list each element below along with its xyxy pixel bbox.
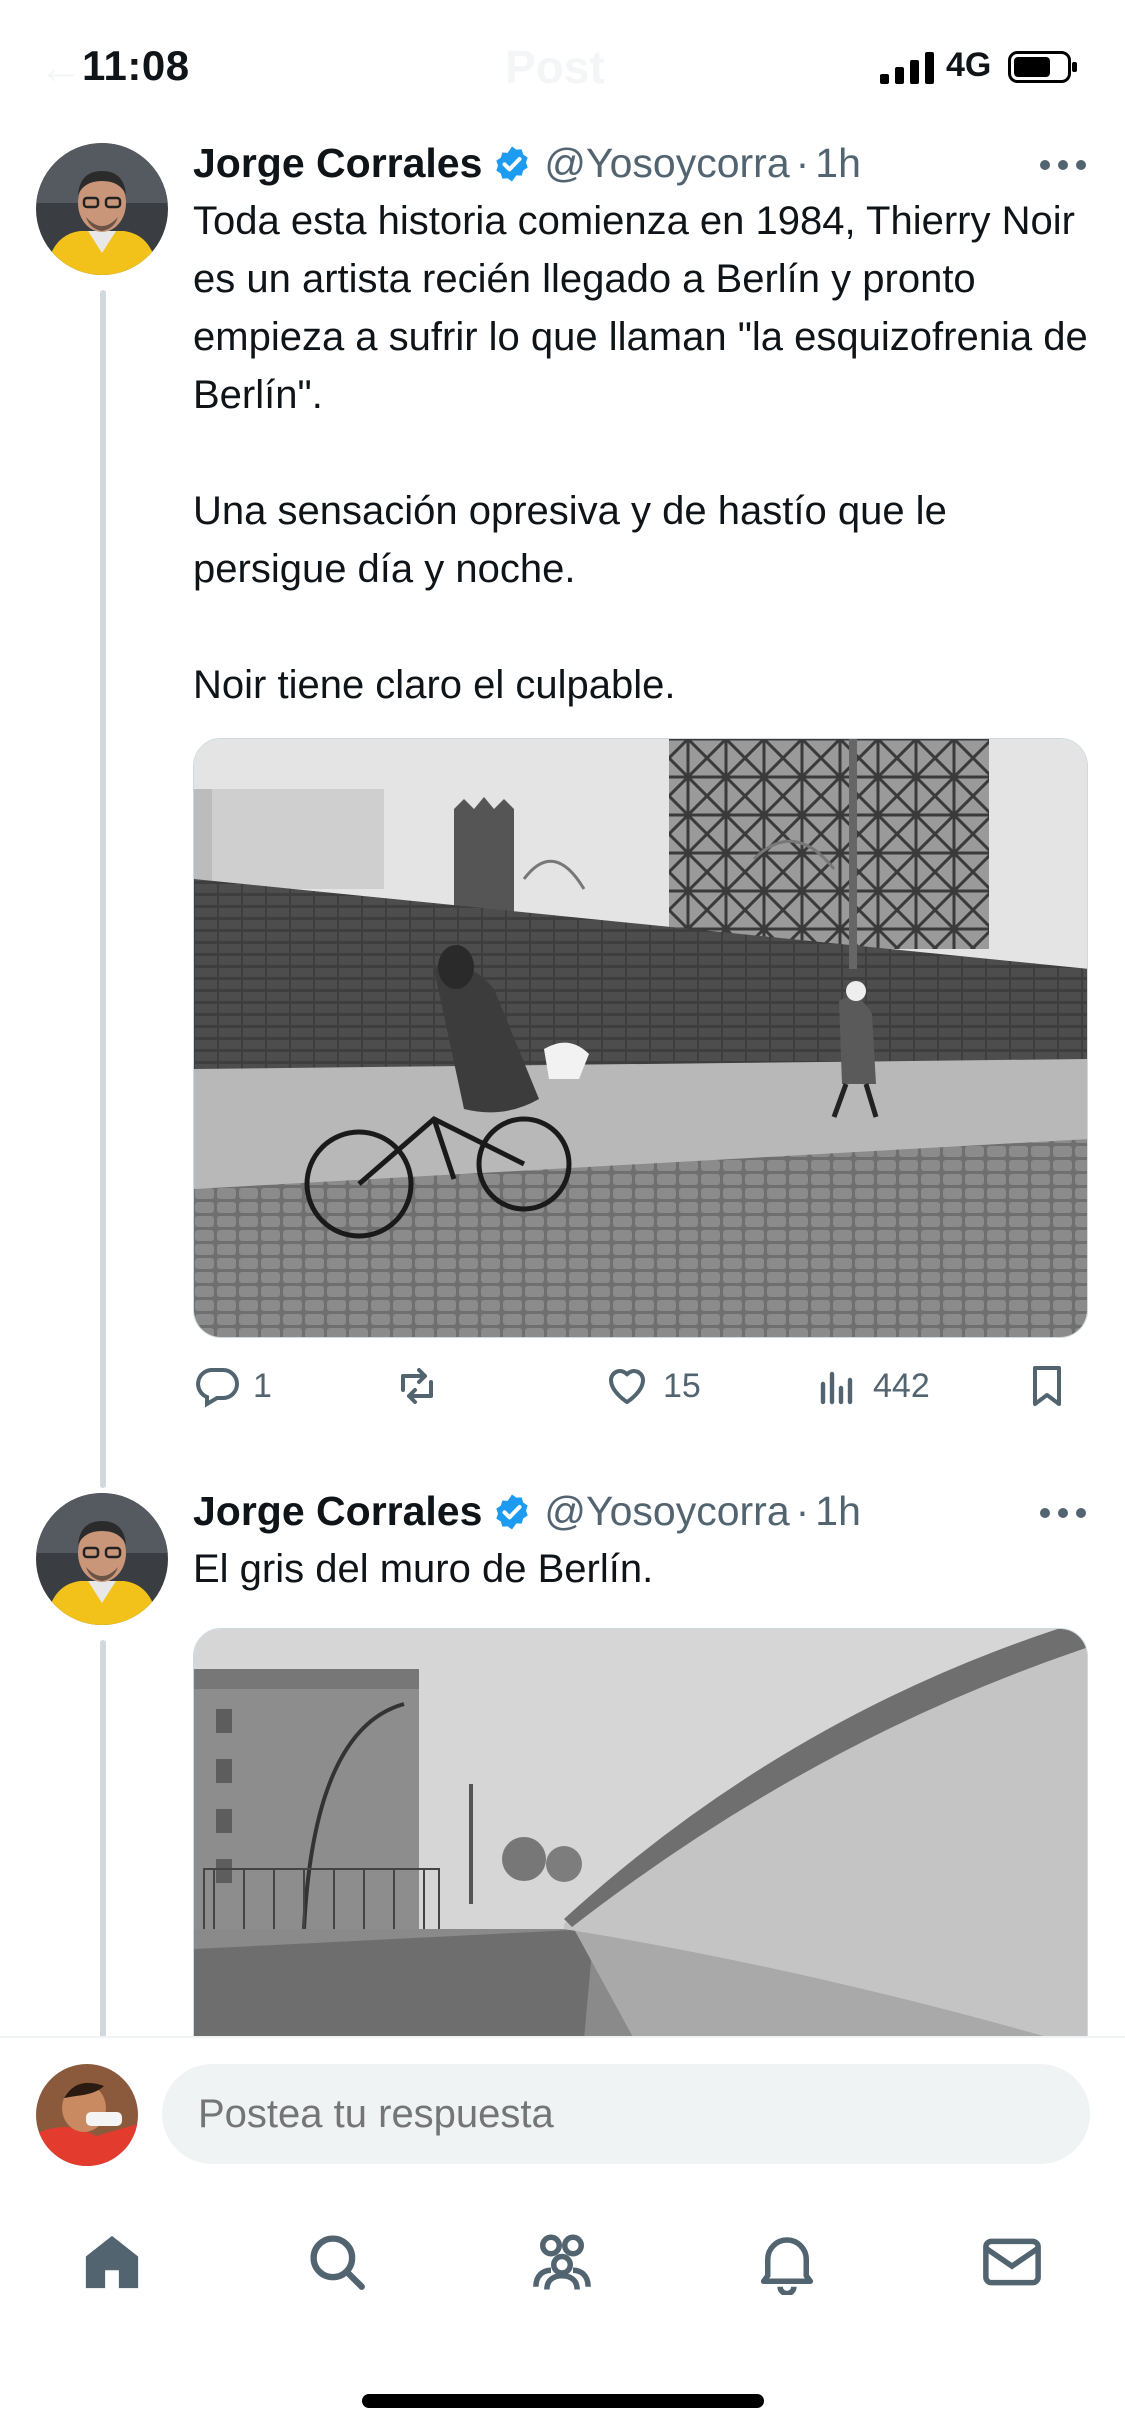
like-button[interactable]: 15 (603, 1362, 701, 1410)
network-type: 4G (946, 46, 992, 84)
communities-icon (533, 2234, 591, 2290)
like-icon (609, 1369, 645, 1404)
tweet-paragraph: Toda esta historia comienza en 1984, Thi… (193, 199, 1088, 417)
reply-composer (0, 2038, 1125, 2180)
tab-communities[interactable] (522, 2222, 602, 2302)
author-name[interactable]: Jorge Corrales (193, 1488, 482, 1535)
tweet[interactable]: Jorge Corrales @Yosoycorra · 1h El gris … (0, 1488, 1125, 2036)
tweet-photo-berlin-wall-gray[interactable] (193, 1628, 1088, 2036)
reply-button[interactable]: 1 (193, 1362, 272, 1410)
bookmark-button[interactable] (1023, 1362, 1071, 1410)
timestamp[interactable]: 1h (815, 1488, 861, 1535)
author-name[interactable]: Jorge Corrales (193, 140, 482, 187)
author-handle[interactable]: @Yosoycorra (544, 1488, 789, 1535)
tweet-actions: 1 15 442 (193, 1362, 1088, 1422)
avatar[interactable] (36, 2064, 138, 2166)
tweet-header: Jorge Corrales @Yosoycorra · 1h (193, 140, 861, 187)
tweet-header: Jorge Corrales @Yosoycorra · 1h (193, 1488, 861, 1535)
tweet-photo-berlin-wall-cyclist[interactable] (193, 738, 1088, 1338)
avatar[interactable] (36, 1493, 168, 1625)
tab-messages[interactable] (972, 2222, 1052, 2302)
notifications-icon (760, 2237, 814, 2295)
verified-badge-icon (496, 1494, 529, 1529)
views-button[interactable]: 442 (813, 1362, 930, 1410)
more-icon[interactable] (1038, 1506, 1088, 1520)
avatar[interactable] (36, 143, 168, 275)
author-handle[interactable]: @Yosoycorra (544, 140, 789, 187)
like-count: 15 (663, 1366, 701, 1405)
timestamp[interactable]: 1h (815, 140, 861, 187)
tweet-paragraph: Una sensación opresiva y de hastío que l… (193, 489, 947, 591)
status-bar: ← Post 11:08 4G (0, 0, 1125, 130)
reply-input[interactable] (162, 2064, 1090, 2164)
separator: · (795, 1488, 810, 1534)
separator: · (795, 140, 810, 186)
more-icon[interactable] (1038, 158, 1088, 172)
tweet-text: Toda esta historia comienza en 1984, Thi… (193, 192, 1093, 714)
reply-count: 1 (253, 1366, 272, 1405)
home-icon (85, 2235, 139, 2289)
header-title: Post (505, 41, 605, 93)
tab-notifications[interactable] (747, 2222, 827, 2302)
tweet-paragraph: Noir tiene claro el culpable. (193, 663, 676, 707)
views-count: 442 (873, 1366, 930, 1405)
status-time: 11:08 (82, 42, 190, 89)
tweet-text: El gris del muro de Berlín. (193, 1540, 1093, 1598)
signal-icon (880, 52, 934, 84)
home-indicator (362, 2394, 764, 2408)
bottom-tab-bar (0, 2180, 1125, 2340)
back-icon[interactable]: ← (38, 40, 84, 94)
battery-icon (1008, 51, 1077, 83)
bookmark-icon (1033, 1366, 1061, 1406)
tweet-paragraph: El gris del muro de Berlín. (193, 1547, 654, 1591)
tab-home[interactable] (72, 2222, 152, 2302)
retweet-button[interactable] (393, 1362, 453, 1410)
verified-badge-icon (496, 146, 529, 181)
messages-icon (983, 2238, 1041, 2286)
views-icon (820, 1371, 853, 1405)
search-icon (310, 2235, 365, 2290)
retweet-icon (401, 1368, 433, 1404)
tab-search[interactable] (297, 2222, 377, 2302)
tweet[interactable]: Jorge Corrales @Yosoycorra · 1h Toda est… (0, 140, 1125, 1460)
reply-icon (196, 1368, 239, 1408)
